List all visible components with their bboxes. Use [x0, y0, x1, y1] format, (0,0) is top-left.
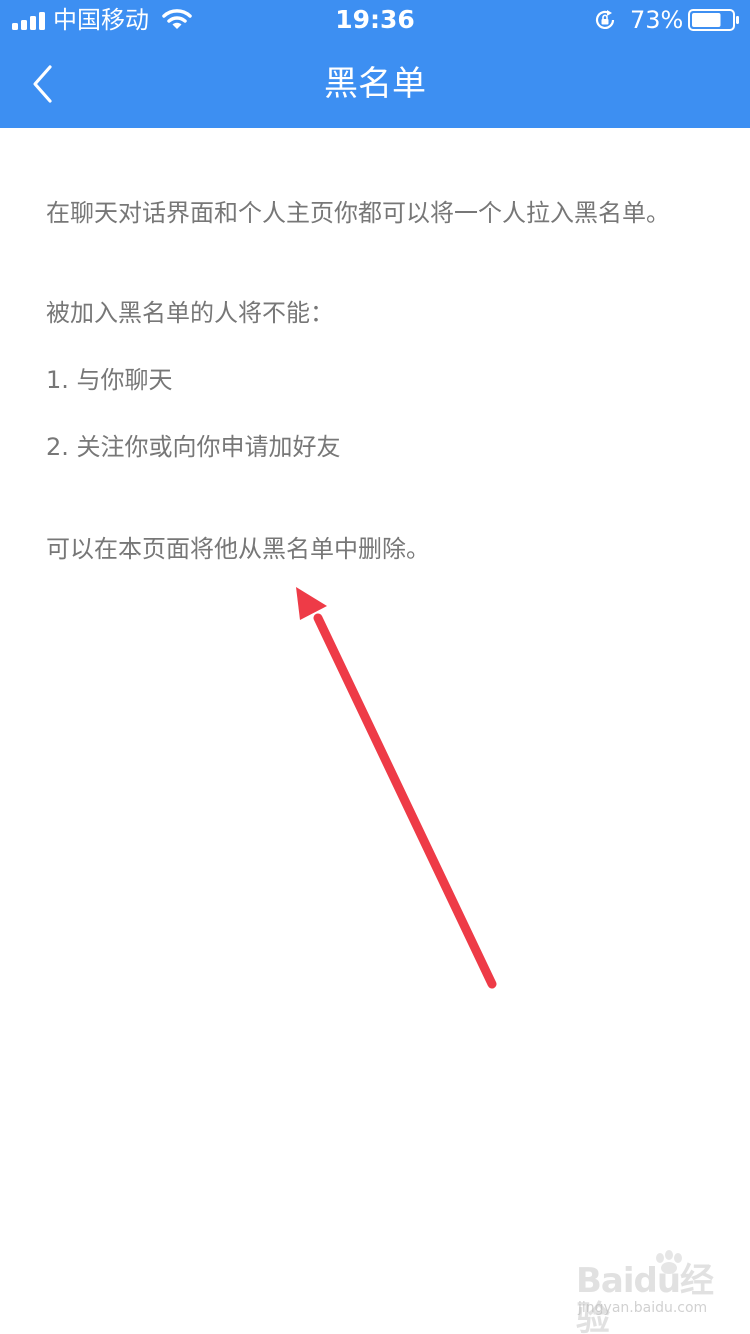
- status-bar: 中国移动 19:36 73%: [0, 0, 750, 40]
- page-title: 黑名单: [324, 64, 426, 104]
- battery-icon: [688, 9, 739, 31]
- baidu-watermark: Baidu经验 jingyan.baidu.com: [572, 1248, 722, 1334]
- restrictions-heading: 被加入黑名单的人将不能：: [46, 299, 334, 327]
- intro-text: 在聊天对话界面和个人主页你都可以将一个人拉入黑名单。: [46, 199, 670, 227]
- watermark-brand: Baidu经验: [576, 1261, 714, 1334]
- restriction-item: 1. 与你聊天: [46, 366, 173, 394]
- battery-percent: 73%: [630, 6, 684, 34]
- navigation-bar: 黑名单: [0, 40, 750, 128]
- watermark-url: jingyan.baidu.com: [578, 1300, 708, 1316]
- removal-note: 可以在本页面将他从黑名单中删除。: [46, 535, 430, 563]
- restriction-item: 2. 关注你或向你申请加好友: [46, 433, 341, 461]
- blacklist-screen: 中国移动 19:36 73% 黑名单 在聊天对话界面和个人主页你都可以将一个人拉…: [0, 0, 750, 1334]
- rotation-lock-icon: [595, 10, 615, 29]
